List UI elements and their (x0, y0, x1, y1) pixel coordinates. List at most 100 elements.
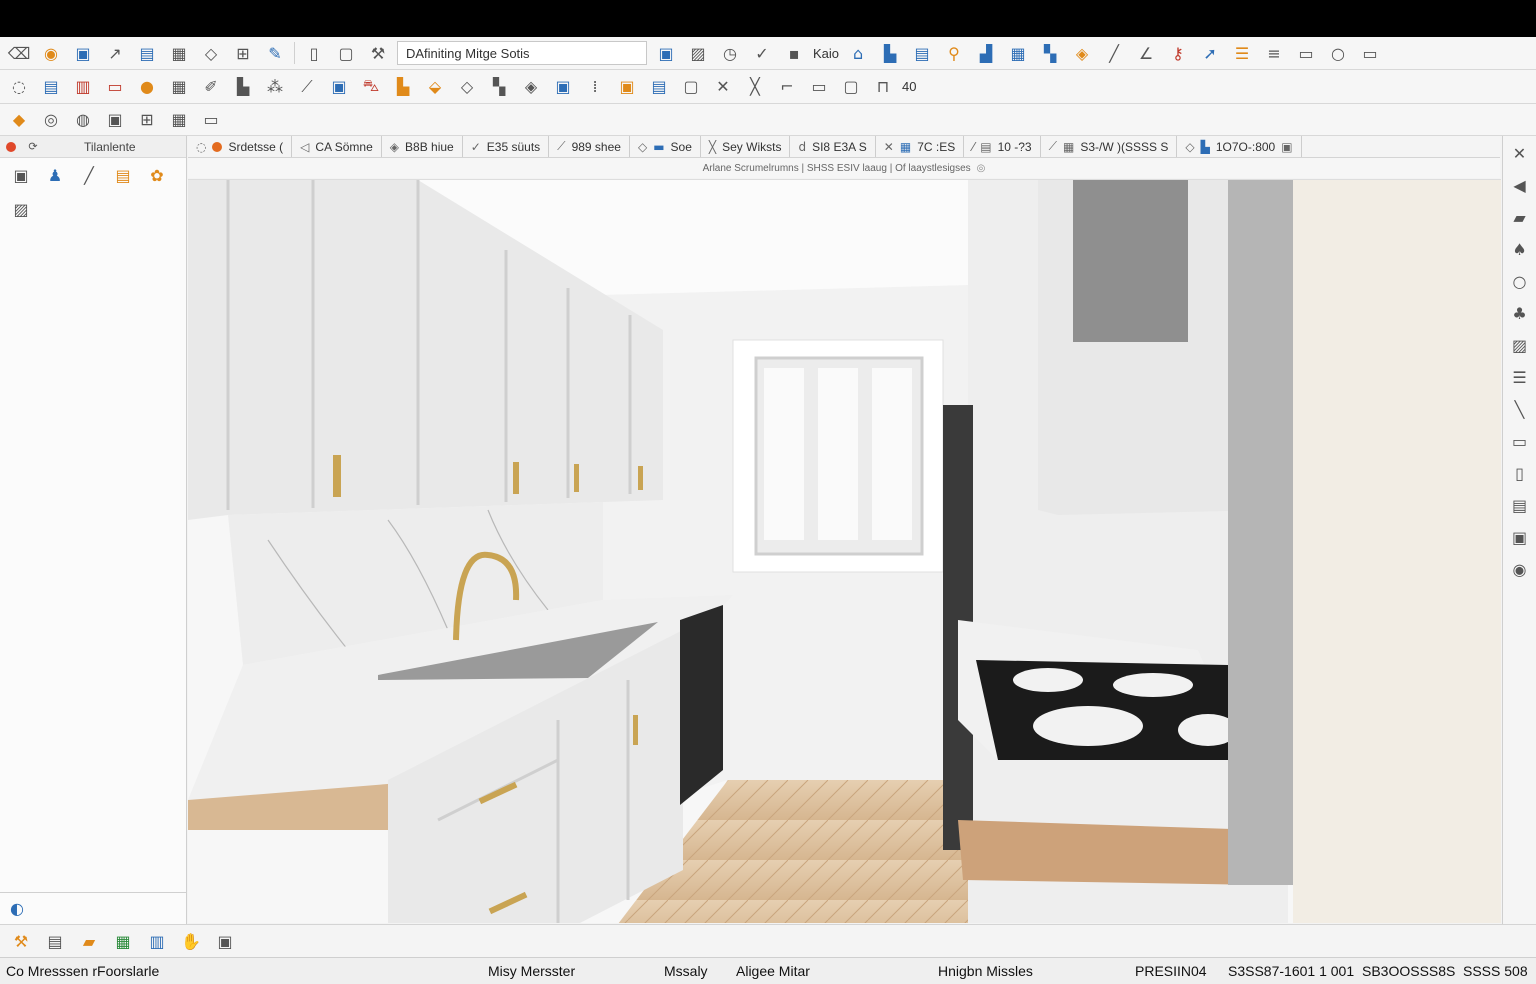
eye-icon[interactable]: ◉ (1507, 556, 1533, 582)
option-item[interactable]: ◇ ▬ Soe (630, 136, 701, 157)
panel-icon[interactable]: ▭ (1507, 428, 1533, 454)
save-red-icon[interactable]: ▥ (70, 74, 96, 100)
text-icon[interactable]: ☰ (1229, 40, 1255, 66)
square4-icon[interactable]: ▢ (838, 74, 864, 100)
image-icon[interactable]: ▦ (166, 40, 192, 66)
sheet-icon[interactable]: ▦ (110, 928, 136, 954)
ruler-orange-icon[interactable]: ▰ (1507, 204, 1533, 230)
painting-icon[interactable]: ▨ (8, 196, 34, 222)
save-icon[interactable]: ▣ (70, 40, 96, 66)
rect-orange-icon[interactable]: ▭ (102, 74, 128, 100)
frame-icon[interactable]: ▨ (685, 40, 711, 66)
gear-image-icon[interactable]: ▣ (102, 107, 128, 133)
home-orange-icon[interactable]: ▙ (390, 74, 416, 100)
pen-tool-icon[interactable]: ◆ (6, 107, 32, 133)
document-icon[interactable]: ▯ (301, 40, 327, 66)
group-icon[interactable]: ⁂ (262, 74, 288, 100)
plant-icon[interactable]: ♣ (1507, 300, 1533, 326)
globe-icon[interactable]: ◐ (4, 896, 30, 922)
option-item[interactable]: ◇ ▙ 1O7O-:800 ▣ (1177, 136, 1302, 157)
roll-icon[interactable]: ⟋ (294, 74, 320, 100)
back-arrow-icon[interactable]: ◀ (1507, 172, 1533, 198)
info-icon[interactable]: ◎ (977, 163, 986, 174)
paint-icon[interactable]: ♠ (1507, 236, 1533, 262)
frame-blue-icon[interactable]: ▣ (614, 74, 640, 100)
box-icon[interactable]: ▤ (909, 40, 935, 66)
camera-icon[interactable]: ▣ (1507, 524, 1533, 550)
option-item[interactable]: ⁄ ▤ 10 -?3 (964, 136, 1041, 157)
key-icon[interactable]: ⚷ (1165, 40, 1191, 66)
car-icon[interactable]: ⛍ (358, 74, 384, 100)
eraser-icon[interactable]: ⌫ (6, 40, 32, 66)
3d-viewport[interactable] (188, 179, 1501, 923)
circle-icon[interactable]: ○ (1507, 268, 1533, 294)
frame-icon[interactable]: ▢ (333, 40, 359, 66)
pen-icon[interactable]: ╱ (76, 162, 102, 188)
hand-icon[interactable]: ✋ (178, 928, 204, 954)
person-icon[interactable]: ♟ (42, 162, 68, 188)
fish-icon[interactable]: ✿ (144, 162, 170, 188)
document-icon[interactable]: ▤ (42, 928, 68, 954)
stairs-icon[interactable]: ▟ (973, 40, 999, 66)
check-icon[interactable]: ✓ (749, 40, 775, 66)
pencil-icon[interactable]: ✐ (198, 74, 224, 100)
option-item[interactable]: ✓ E35 süuts (463, 136, 550, 157)
window-grid-icon[interactable]: ▤ (1507, 492, 1533, 518)
grid-icon[interactable]: ▦ (166, 74, 192, 100)
select-icon[interactable]: ▣ (326, 74, 352, 100)
folder-icon[interactable]: ▤ (110, 162, 136, 188)
cross2-icon[interactable]: ✕ (710, 74, 736, 100)
door-icon[interactable]: ▚ (1037, 40, 1063, 66)
corner-icon[interactable]: ╳ (742, 74, 768, 100)
circle-icon[interactable]: ○ (1325, 40, 1351, 66)
option-item[interactable]: ⟋ ▦ S3-/W )(SSSS S (1041, 136, 1178, 157)
square-icon[interactable]: ▤ (646, 74, 672, 100)
open-folder-icon[interactable]: ◉ (38, 40, 64, 66)
option-item[interactable]: ╳ Sey Wiksts (701, 136, 791, 157)
panel2-icon[interactable]: ▭ (1357, 40, 1383, 66)
home-icon[interactable]: ⌂ (845, 40, 871, 66)
square3-icon[interactable]: ▭ (806, 74, 832, 100)
panel-icon[interactable]: ▭ (1293, 40, 1319, 66)
option-item[interactable]: ⟋ 989 shee (549, 136, 630, 157)
building-icon[interactable]: ▙ (877, 40, 903, 66)
square2-icon[interactable]: ⌐ (774, 74, 800, 100)
stack-icon[interactable]: ☰ (1507, 364, 1533, 390)
align-icon[interactable]: ≡ (1261, 40, 1287, 66)
document-title-field[interactable]: DAfiniting Mitge Sotis (397, 41, 647, 65)
layers-icon[interactable]: ◈ (1069, 40, 1095, 66)
printer-icon[interactable]: ▣ (212, 928, 238, 954)
pencil-icon[interactable]: ╱ (1101, 40, 1127, 66)
corner2-icon[interactable]: ⊓ (870, 74, 896, 100)
cube-icon[interactable]: ◇ (454, 74, 480, 100)
paste-icon[interactable]: ▙ (230, 74, 256, 100)
copy-icon[interactable]: ▣ (653, 40, 679, 66)
bulb-icon[interactable]: ● (134, 74, 160, 100)
window-tool-icon[interactable]: ▦ (1005, 40, 1031, 66)
book-icon[interactable]: ▥ (144, 928, 170, 954)
shell-icon[interactable]: ◍ (70, 107, 96, 133)
cross-icon[interactable]: ▢ (678, 74, 704, 100)
close-icon[interactable]: ✕ (1507, 140, 1533, 166)
clock-icon[interactable]: ◷ (717, 40, 743, 66)
spiral-icon[interactable]: ◎ (38, 107, 64, 133)
cabinet-icon[interactable]: ▯ (1507, 460, 1533, 486)
option-item[interactable]: ◌ Srdetsse ( (188, 136, 293, 157)
pen-icon[interactable]: ✎ (262, 40, 288, 66)
window-icon[interactable]: ⊞ (230, 40, 256, 66)
option-item[interactable]: ✕ ▦ 7C :ES (876, 136, 965, 157)
option-item[interactable]: ◈ B8B hiue (382, 136, 463, 157)
layers-icon[interactable]: ▤ (38, 74, 64, 100)
diamond-icon[interactable]: ◇ (198, 40, 224, 66)
square-icon[interactable]: ▪ (781, 40, 807, 66)
angle-icon[interactable]: ∠ (1133, 40, 1159, 66)
hammer-icon[interactable]: ⚒ (8, 928, 34, 954)
palette-icon[interactable]: ⁞ (582, 74, 608, 100)
ruler-icon[interactable]: ▤ (134, 40, 160, 66)
mark-icon[interactable]: ⬙ (422, 74, 448, 100)
pattern-icon[interactable]: ▚ (486, 74, 512, 100)
grid-image-icon[interactable]: ⊞ (134, 107, 160, 133)
reload-icon[interactable]: ◌ (6, 74, 32, 100)
option-item[interactable]: d SI8 E3A S (790, 136, 876, 157)
option-item[interactable]: ◁ CA Sömne (292, 136, 382, 157)
